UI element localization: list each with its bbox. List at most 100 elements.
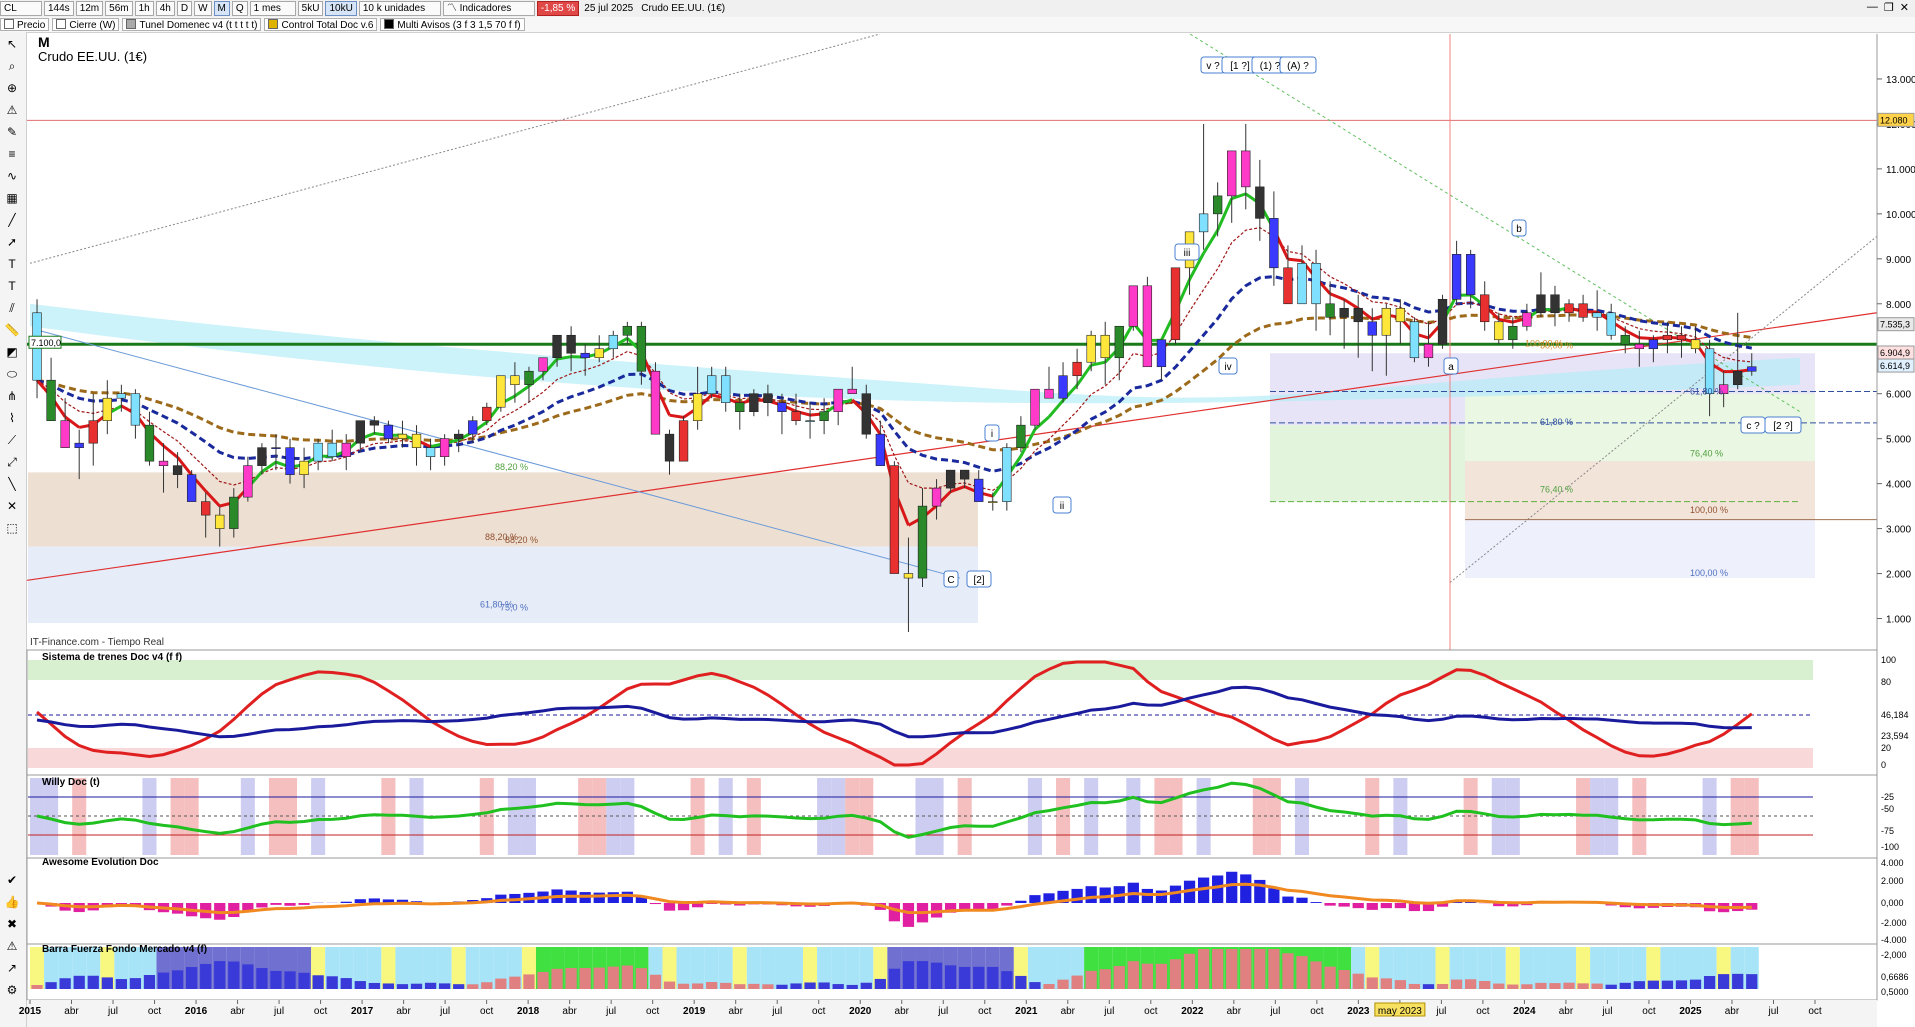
time-tick-label: 2025 — [1679, 1006, 1702, 1017]
candle-body — [903, 573, 914, 579]
fuerza-bar — [1212, 949, 1224, 989]
candle-body — [538, 357, 548, 372]
candle-body — [1522, 312, 1532, 327]
data-source: IT-Finance.com - Tiempo Real — [30, 637, 164, 648]
wave-label: (A) ? — [1279, 56, 1317, 74]
fuerza-bar — [1633, 981, 1645, 989]
candle-body — [1353, 307, 1363, 323]
indicator-axis-label: 0,000 — [1881, 898, 1904, 908]
fuerza-bar — [87, 975, 99, 989]
time-tick-label: 2022 — [1181, 1006, 1204, 1017]
fuerza-bar — [1465, 979, 1477, 989]
candle-body — [1030, 388, 1040, 426]
time-tick-label: oct — [314, 1006, 328, 1017]
time-tick-label: 2015 — [19, 1006, 42, 1017]
time-tick-label: oct — [646, 1006, 660, 1017]
indicator-axis-label: -100 — [1881, 842, 1899, 852]
time-tick-label: abr — [895, 1006, 910, 1017]
time-tick-label: 2021 — [1015, 1006, 1038, 1017]
candle-body — [172, 465, 183, 475]
fuerza-background — [718, 947, 733, 989]
indicator-axis-label: -25 — [1881, 792, 1894, 802]
indicator-axis-label: -75 — [1881, 826, 1894, 836]
fuerza-bar — [593, 967, 605, 989]
fuerza-bar — [59, 978, 71, 989]
fuerza-bar — [129, 978, 142, 989]
candle-body — [271, 447, 281, 449]
fuerza-background — [1590, 947, 1605, 989]
fuerza-bar — [1310, 961, 1322, 989]
candle-body — [566, 334, 576, 354]
time-tick-label: abr — [1559, 1006, 1574, 1017]
fuerza-bar — [1240, 949, 1252, 989]
fuerza-bar — [677, 983, 690, 989]
time-tick-label: 2016 — [185, 1006, 208, 1017]
fuerza-bar — [424, 982, 437, 989]
fuerza-bar — [987, 966, 999, 989]
candle-body — [1016, 424, 1026, 448]
awesome-bar — [256, 903, 268, 908]
fuerza-bar — [1141, 963, 1154, 989]
fuerza-bar — [1493, 983, 1505, 989]
fuerza-bar — [453, 984, 465, 989]
awesome-panel[interactable]: 4.000 2.000 0,000 -2.000 -4.000 — [26, 857, 1907, 945]
fuerza-bar — [1366, 977, 1378, 989]
candle-body — [1451, 254, 1462, 300]
time-tick-label: jul — [937, 1006, 948, 1017]
wave-label-text: c ? — [1746, 421, 1760, 432]
candle-body — [1381, 307, 1391, 336]
candle-body — [1423, 343, 1434, 359]
candle-body — [819, 411, 829, 421]
time-tick-label: oct — [978, 1006, 992, 1017]
awesome-bar — [1394, 903, 1406, 909]
fuerza-bar — [748, 983, 760, 989]
fuerza-bar — [396, 984, 409, 989]
candle-body — [861, 393, 871, 435]
indicator-axis-label: -2.000 — [1881, 918, 1907, 928]
candle-body — [1297, 263, 1307, 305]
time-tick-label: jul — [1435, 1006, 1446, 1017]
fuerza-bar — [1324, 966, 1336, 989]
candle-body — [721, 375, 731, 404]
candle-body — [1170, 267, 1181, 341]
fib-label: 61,80 % — [1690, 387, 1723, 397]
candle-body — [397, 433, 408, 439]
candle-body — [1465, 254, 1476, 296]
trenes-panel[interactable]: 100 80 46,184 23,594 20 0 — [26, 649, 1909, 776]
awesome-bar — [284, 903, 296, 906]
fuerza-bar — [1254, 949, 1266, 989]
fast-ma-segment — [1639, 336, 1654, 341]
time-tick-label: 2023 — [1347, 1006, 1370, 1017]
fuerza-bar — [1155, 963, 1168, 989]
chart-area[interactable]: 61,80 % 61,80 % 76,40 % 76,40 % 88,20 % 88,20… — [0, 0, 1915, 1027]
indicator-axis-label: -2,000 — [1881, 950, 1907, 960]
candle-body — [1100, 334, 1110, 359]
price-tag-label: 12.080 — [1880, 115, 1908, 125]
fuerza-bar — [467, 984, 479, 989]
fuerza-bar — [1577, 983, 1589, 989]
fuerza-bar — [1169, 959, 1182, 989]
indicator-axis-label: -4.000 — [1881, 935, 1907, 945]
awesome-bar — [1226, 871, 1238, 903]
left-level-label: 7.100,0 — [31, 338, 61, 348]
fuerza-bar — [1479, 980, 1491, 989]
time-tick-label: abr — [1227, 1006, 1242, 1017]
fuerza-bar — [1043, 984, 1055, 989]
candle-body — [664, 433, 675, 462]
wave-label: b — [1511, 219, 1527, 237]
time-tick-label: 2018 — [517, 1006, 540, 1017]
fuerza-bar — [1605, 984, 1617, 989]
fuerza-background — [409, 947, 424, 989]
willy-panel[interactable]: -25 -50 -75 -100 — [26, 774, 1899, 859]
candle-body — [215, 514, 225, 529]
fuerza-bar — [1661, 980, 1674, 989]
candle-body — [496, 375, 506, 408]
awesome-bar — [649, 903, 662, 905]
fuerza-background — [465, 947, 480, 989]
fuerza-bar — [509, 976, 521, 989]
time-tick-label: 2019 — [683, 1006, 706, 1017]
candle-body — [1311, 263, 1321, 305]
fuerza-panel[interactable]: -2,000 0,6686 0,5000 — [26, 943, 1909, 1001]
fuerza-bar — [846, 984, 858, 989]
fuerza-background — [395, 947, 410, 989]
